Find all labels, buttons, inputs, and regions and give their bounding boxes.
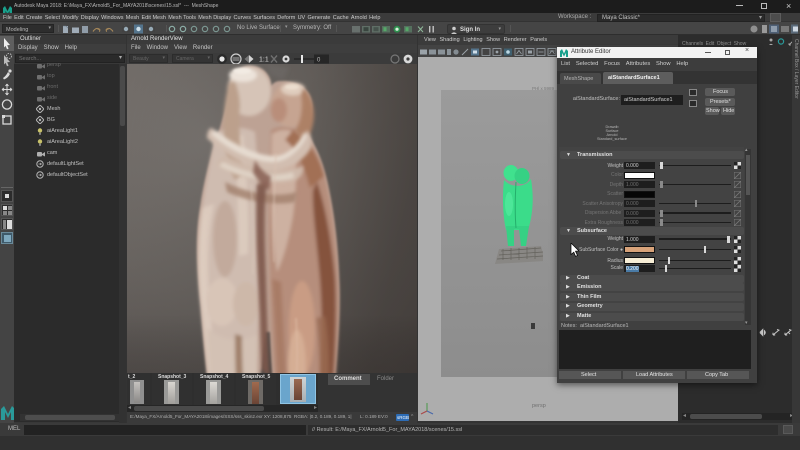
svg-text:1:1: 1:1 <box>259 57 269 64</box>
